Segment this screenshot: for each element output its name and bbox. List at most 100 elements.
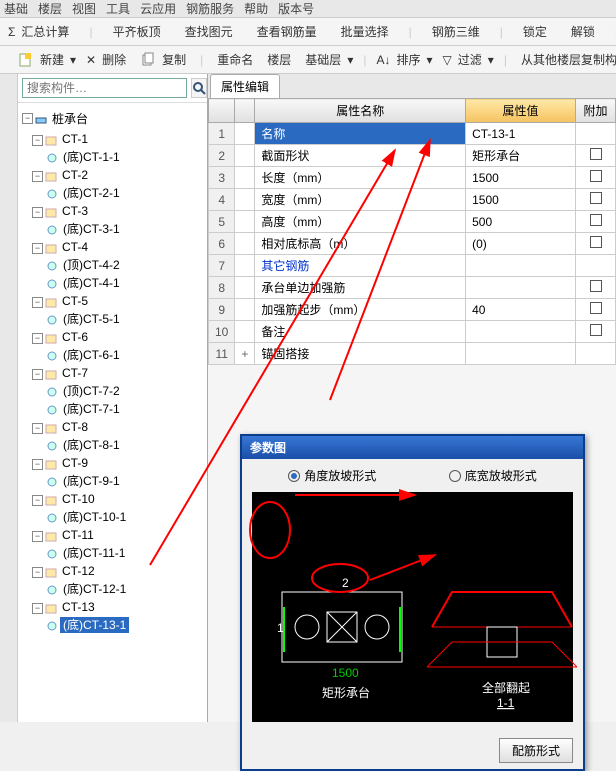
btn-batch-select[interactable]: 批量选择 xyxy=(333,19,397,44)
menu-item[interactable]: 帮助 xyxy=(244,0,268,17)
search-button[interactable] xyxy=(191,78,207,98)
prop-value[interactable]: 1500 xyxy=(466,189,576,211)
checkbox[interactable] xyxy=(590,148,602,160)
tree-toggle[interactable]: − xyxy=(32,369,43,380)
tree-leaf[interactable]: (底)CT-6-1 xyxy=(60,347,123,363)
tree-node[interactable]: CT-3 xyxy=(59,203,91,219)
tree-node[interactable]: CT-4 xyxy=(59,239,91,255)
tree-node[interactable]: CT-10 xyxy=(59,491,98,507)
btn-copy[interactable]: 复制 xyxy=(136,47,194,72)
checkbox[interactable] xyxy=(590,324,602,336)
col-name[interactable]: 属性名称 xyxy=(255,99,466,123)
tree-node[interactable]: CT-8 xyxy=(59,419,91,435)
tab-properties[interactable]: 属性编辑 xyxy=(210,74,280,98)
tree-leaf[interactable]: (底)CT-9-1 xyxy=(60,473,123,489)
menu-item[interactable]: 工具 xyxy=(106,0,130,17)
btn-rebar-form[interactable]: 配筋形式 xyxy=(499,738,573,763)
prop-value[interactable]: 矩形承台 xyxy=(466,145,576,167)
tree-leaf[interactable]: (底)CT-4-1 xyxy=(60,275,123,291)
radio-angle-slope[interactable]: 角度放坡形式 xyxy=(288,467,376,484)
prop-value[interactable]: (0) xyxy=(466,233,576,255)
tree-leaf[interactable]: (底)CT-7-1 xyxy=(60,401,123,417)
menu-item[interactable]: 版本号 xyxy=(278,0,314,17)
btn-align-top[interactable]: 平齐板顶 xyxy=(105,19,169,44)
menu-item[interactable]: 基础 xyxy=(4,0,28,17)
tree-node[interactable]: CT-7 xyxy=(59,365,91,381)
checkbox[interactable] xyxy=(590,236,602,248)
checkbox[interactable] xyxy=(590,280,602,292)
leaf-icon xyxy=(46,278,58,290)
tree-leaf[interactable]: (底)CT-1-1 xyxy=(60,149,123,165)
tree-toggle[interactable]: − xyxy=(32,135,43,146)
tree-node[interactable]: CT-6 xyxy=(59,329,91,345)
col-value[interactable]: 属性值 xyxy=(466,99,576,123)
tree-toggle[interactable]: − xyxy=(32,603,43,614)
btn-filter[interactable]: ▽ 过滤 ▾ xyxy=(439,47,498,72)
prop-value[interactable]: 500 xyxy=(466,211,576,233)
tree-toggle[interactable]: − xyxy=(32,567,43,578)
tree-leaf[interactable]: (底)CT-13-1 xyxy=(60,617,129,633)
btn-sort[interactable]: A↓ 排序 ▾ xyxy=(372,47,436,72)
btn-find[interactable]: 查找图元 xyxy=(177,19,241,44)
btn-rebar-qty[interactable]: 查看钢筋量 xyxy=(249,19,325,44)
btn-sum[interactable]: Σ 汇总计算 xyxy=(4,19,77,44)
tree-toggle[interactable]: − xyxy=(22,113,33,124)
btn-rename[interactable]: 重命名 xyxy=(209,47,261,72)
tree-toggle[interactable]: − xyxy=(32,243,43,254)
tree-leaf[interactable]: (顶)CT-7-2 xyxy=(60,383,123,399)
prop-value[interactable] xyxy=(466,277,576,299)
prop-value[interactable] xyxy=(466,321,576,343)
menu-item[interactable]: 钢筋服务 xyxy=(186,0,234,17)
tree-toggle[interactable]: − xyxy=(32,423,43,434)
prop-name: 截面形状 xyxy=(255,145,466,167)
prop-value[interactable]: 40 xyxy=(466,299,576,321)
btn-unlock[interactable]: 解锁 xyxy=(563,19,603,44)
checkbox[interactable] xyxy=(590,170,602,182)
tree-toggle[interactable]: − xyxy=(32,531,43,542)
menu-item[interactable]: 视图 xyxy=(72,0,96,17)
prop-value[interactable] xyxy=(466,255,576,277)
checkbox[interactable] xyxy=(590,302,602,314)
tree-leaf[interactable]: (底)CT-12-1 xyxy=(60,581,129,597)
tree-leaf[interactable]: (底)CT-3-1 xyxy=(60,221,123,237)
tree-toggle[interactable]: − xyxy=(32,207,43,218)
checkbox[interactable] xyxy=(590,192,602,204)
search-input[interactable] xyxy=(22,78,187,98)
tree-toggle[interactable]: − xyxy=(32,459,43,470)
tree-toggle[interactable]: − xyxy=(32,333,43,344)
checkbox[interactable] xyxy=(590,214,602,226)
leaf-icon xyxy=(46,440,58,452)
prop-value[interactable]: CT-13-1 xyxy=(466,123,576,145)
btn-new[interactable]: 新建 ▾ xyxy=(14,47,80,72)
btn-delete[interactable]: ✕ 删除 xyxy=(82,47,134,72)
tree-toggle[interactable]: − xyxy=(32,495,43,506)
tree-node[interactable]: CT-12 xyxy=(59,563,98,579)
tree-node[interactable]: CT-13 xyxy=(59,599,98,615)
leaf-icon xyxy=(46,314,58,326)
tree-root-label[interactable]: 桩承台 xyxy=(49,109,91,128)
tree-leaf[interactable]: (顶)CT-4-2 xyxy=(60,257,123,273)
tree-node[interactable]: CT-2 xyxy=(59,167,91,183)
menu-item[interactable]: 楼层 xyxy=(38,0,62,17)
tree-node[interactable]: CT-1 xyxy=(59,131,91,147)
col-extra[interactable]: 附加 xyxy=(576,99,616,123)
expand-row[interactable]: + xyxy=(235,343,255,365)
tree-leaf[interactable]: (底)CT-5-1 xyxy=(60,311,123,327)
tree-node[interactable]: CT-9 xyxy=(59,455,91,471)
btn-lock[interactable]: 锁定 xyxy=(515,19,555,44)
menu-item[interactable]: 云应用 xyxy=(140,0,176,17)
tree-leaf[interactable]: (底)CT-2-1 xyxy=(60,185,123,201)
tree-node[interactable]: CT-5 xyxy=(59,293,91,309)
btn-copy-other-floor[interactable]: 从其他楼层复制构件 xyxy=(513,47,616,72)
prop-value[interactable] xyxy=(466,343,576,365)
tree-toggle[interactable]: − xyxy=(32,171,43,182)
prop-value[interactable]: 1500 xyxy=(466,167,576,189)
tree-node[interactable]: CT-11 xyxy=(59,527,97,543)
tree-leaf[interactable]: (底)CT-8-1 xyxy=(60,437,123,453)
tree-toggle[interactable]: − xyxy=(32,297,43,308)
tree-leaf[interactable]: (底)CT-10-1 xyxy=(60,509,129,525)
radio-width-slope[interactable]: 底宽放坡形式 xyxy=(449,467,537,484)
tree-leaf[interactable]: (底)CT-11-1 xyxy=(60,545,128,561)
floor-select[interactable]: 基础层 ▾ xyxy=(297,47,357,72)
btn-rebar-3d[interactable]: 钢筋三维 xyxy=(424,19,488,44)
